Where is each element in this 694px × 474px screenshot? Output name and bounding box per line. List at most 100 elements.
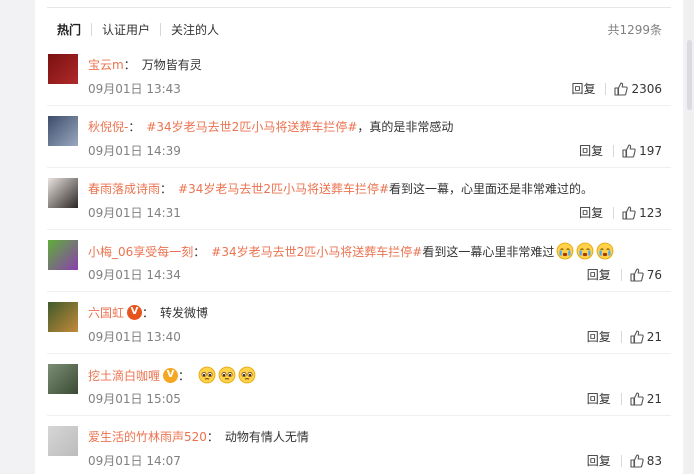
- comment-actions: 回复 197: [579, 142, 662, 159]
- comment-content: 看到这一幕心里非常难过: [422, 244, 555, 259]
- comment-text: 挖土滴白咖喱 ：: [88, 366, 256, 384]
- like-button[interactable]: 2306: [614, 82, 662, 96]
- tab-divider: [91, 22, 93, 36]
- comment-item: 爱生活的竹林雨声520： 动物有情人无情 09月01日 14:07 回复 83: [35, 416, 683, 474]
- tab-following[interactable]: 关注的人: [171, 21, 219, 38]
- like-count: 197: [639, 143, 662, 158]
- like-button[interactable]: 21: [630, 392, 662, 406]
- comment-text: 爱生活的竹林雨声520： 动物有情人无情: [88, 428, 309, 445]
- action-divider: [613, 206, 615, 219]
- comment-content: 转发微博: [160, 306, 209, 320]
- tab-divider: [160, 22, 162, 36]
- action-divider: [620, 268, 622, 281]
- comment-text: 秋倪倪-： #34岁老马去世2匹小马将送葬车拦停# ，真的是非常感动: [88, 118, 453, 135]
- thumb-up-icon: [622, 205, 636, 220]
- like-button[interactable]: 123: [622, 206, 662, 220]
- colon-separator: ：: [123, 58, 136, 72]
- user-nickname[interactable]: 春雨落成诗雨: [88, 180, 160, 197]
- colon-separator: ：: [142, 306, 155, 320]
- comment-item: 六国虹 ： 转发微博 09月01日 13:40 回复 21: [35, 292, 683, 354]
- thumb-up-icon: [630, 329, 644, 344]
- crying-emoji-icon: [576, 242, 594, 260]
- colon-separator: ：: [193, 244, 206, 259]
- comment-time: 09月01日 13:40: [88, 330, 181, 344]
- top-divider: [47, 7, 671, 8]
- comment-content: 看到这一幕，心里面还是非常难过的。: [389, 182, 594, 196]
- comment-text: 小梅_06享受每一刻： #34岁老马去世2匹小马将送葬车拦停# 看到这一幕心里非常…: [88, 242, 614, 260]
- reply-button[interactable]: 回复: [579, 204, 603, 221]
- comment-item: 小梅_06享受每一刻： #34岁老马去世2匹小马将送葬车拦停# 看到这一幕心里非常…: [35, 230, 683, 292]
- like-count: 76: [646, 267, 662, 282]
- crying-emoji-icon: [556, 242, 574, 260]
- avatar[interactable]: [48, 426, 78, 456]
- action-divider: [620, 392, 622, 405]
- user-nickname[interactable]: 挖土滴白咖喱: [88, 367, 160, 384]
- comment-tabs: 热门 认证用户 关注的人: [57, 18, 219, 40]
- avatar[interactable]: [48, 240, 78, 270]
- comment-actions: 回复 123: [579, 204, 662, 221]
- colon-separator: ：: [128, 120, 141, 134]
- colon-separator: ：: [160, 182, 173, 196]
- like-count: 21: [646, 391, 662, 406]
- reply-button[interactable]: 回复: [587, 452, 611, 469]
- comment-item: 挖土滴白咖喱 ： 09月01日 15:05 回复 21: [35, 354, 683, 416]
- verified-badge-icon: [163, 367, 179, 383]
- colon-separator: ：: [178, 368, 191, 383]
- like-button[interactable]: 76: [630, 268, 662, 282]
- colon-separator: ：: [206, 430, 219, 444]
- comment-actions: 回复 76: [587, 266, 662, 283]
- like-count: 123: [639, 205, 662, 220]
- comment-time: 09月01日 14:39: [88, 144, 181, 158]
- like-button[interactable]: 197: [622, 144, 662, 158]
- reply-button[interactable]: 回复: [571, 80, 595, 97]
- comment-time: 09月01日 14:34: [88, 268, 181, 282]
- user-nickname[interactable]: 秋倪倪-: [88, 118, 128, 135]
- pleading-emoji-icon: [198, 366, 216, 384]
- comment-time: 09月01日 13:43: [88, 82, 181, 96]
- comment-panel: 热门 认证用户 关注的人 共1299条 宝云m：万物皆有灵 09月01日 13:4…: [35, 0, 683, 474]
- reply-button[interactable]: 回复: [587, 328, 611, 345]
- avatar[interactable]: [48, 364, 78, 394]
- scrollbar[interactable]: [685, 0, 694, 474]
- user-nickname[interactable]: 宝云m: [88, 56, 124, 73]
- scrollbar-thumb[interactable]: [687, 40, 692, 110]
- comment-content: 动物有情人无情: [224, 430, 309, 444]
- user-nickname[interactable]: 六国虹: [88, 304, 124, 321]
- action-divider: [605, 82, 607, 95]
- verified-badge-icon: [127, 305, 143, 320]
- comment-actions: 回复 21: [587, 390, 662, 407]
- reply-button[interactable]: 回复: [579, 142, 603, 159]
- tab-verified-users[interactable]: 认证用户: [102, 21, 150, 38]
- crying-emoji-icon: [596, 242, 614, 260]
- comment-actions: 回复 83: [587, 452, 662, 469]
- topic-link[interactable]: #34岁老马去世2匹小马将送葬车拦停#: [178, 180, 389, 197]
- thumb-up-icon: [622, 143, 636, 158]
- avatar[interactable]: [48, 178, 78, 208]
- comment-content: 万物皆有灵: [141, 58, 202, 72]
- like-button[interactable]: 83: [630, 454, 662, 468]
- user-nickname[interactable]: 小梅_06享受每一刻: [88, 243, 193, 260]
- comment-text: 春雨落成诗雨： #34岁老马去世2匹小马将送葬车拦停# 看到这一幕，心里面还是非常难…: [88, 180, 593, 197]
- reply-button[interactable]: 回复: [587, 390, 611, 407]
- avatar[interactable]: [48, 302, 78, 332]
- pleading-emoji-icon: [218, 366, 236, 384]
- comment-time: 09月01日 15:05: [88, 392, 181, 406]
- thumb-up-icon: [630, 267, 644, 282]
- topic-link[interactable]: #34岁老马去世2匹小马将送葬车拦停#: [146, 118, 357, 135]
- action-divider: [613, 144, 615, 157]
- like-button[interactable]: 21: [630, 330, 662, 344]
- topic-link[interactable]: #34岁老马去世2匹小马将送葬车拦停#: [211, 243, 422, 260]
- tab-hot[interactable]: 热门: [57, 21, 81, 38]
- pleading-emoji-icon: [238, 366, 256, 384]
- thumb-up-icon: [630, 391, 644, 406]
- reply-button[interactable]: 回复: [587, 266, 611, 283]
- avatar[interactable]: [48, 116, 78, 146]
- user-nickname[interactable]: 爱生活的竹林雨声520: [88, 428, 207, 445]
- avatar[interactable]: [48, 54, 78, 84]
- comment-item: 春雨落成诗雨： #34岁老马去世2匹小马将送葬车拦停# 看到这一幕，心里面还是非常难…: [35, 168, 683, 230]
- comment-text: 宝云m： 万物皆有灵: [88, 56, 202, 73]
- like-count: 83: [646, 453, 662, 468]
- like-count: 21: [646, 329, 662, 344]
- comment-item: 宝云m： 万物皆有灵 09月01日 13:43 回复 2306: [35, 44, 683, 106]
- like-count: 2306: [631, 81, 662, 96]
